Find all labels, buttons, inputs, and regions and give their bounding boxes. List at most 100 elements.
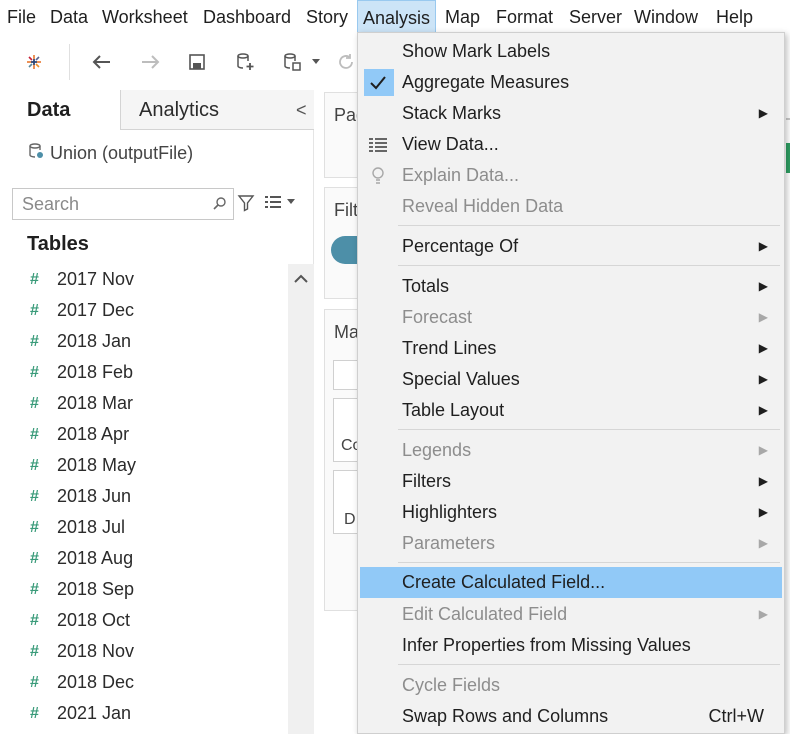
scroll-up-icon[interactable] xyxy=(294,270,308,288)
menu-item-create-calculated-field[interactable]: Create Calculated Field... xyxy=(360,567,782,598)
table-hash-icon: # xyxy=(30,426,39,443)
submenu-arrow-icon: ▶ xyxy=(758,341,768,355)
tables-heading: Tables xyxy=(27,233,89,255)
submenu-arrow-icon: ▶ xyxy=(758,310,768,324)
menu-item-explain-data[interactable]: Explain Data... xyxy=(360,160,782,191)
menu-item-swap-rows-columns[interactable]: Swap Rows and Columns Ctrl+W xyxy=(360,701,782,732)
table-hash-icon: # xyxy=(30,271,39,288)
table-item[interactable]: #2018 Sep xyxy=(0,574,288,605)
table-hash-icon: # xyxy=(30,364,39,381)
refresh-icon[interactable] xyxy=(336,48,356,76)
menu-item-show-mark-labels[interactable]: Show Mark Labels xyxy=(360,36,782,67)
keyboard-shortcut: Ctrl+W xyxy=(708,706,765,726)
new-datasource-icon[interactable] xyxy=(231,48,259,76)
menu-separator xyxy=(398,562,780,563)
menu-item-table-layout[interactable]: Table Layout ▶ xyxy=(360,395,782,426)
submenu-arrow-icon: ▶ xyxy=(758,474,768,488)
checkmark-icon xyxy=(368,73,388,93)
menu-format[interactable]: Format xyxy=(491,0,558,34)
menu-item-label: Totals xyxy=(402,276,450,296)
menu-bar: File Data Worksheet Dashboard Story Anal… xyxy=(0,0,790,34)
table-item[interactable]: #2018 Nov xyxy=(0,636,288,667)
menu-item-highlighters[interactable]: Highlighters ▶ xyxy=(360,497,782,528)
datasource-item[interactable]: Union (outputFile) xyxy=(28,142,193,165)
search-input[interactable] xyxy=(13,189,203,219)
table-label: 2018 Dec xyxy=(57,672,135,692)
table-label: 2018 Oct xyxy=(57,610,131,630)
menu-item-label: View Data... xyxy=(402,134,499,154)
menu-item-edit-calculated-field[interactable]: Edit Calculated Field ▶ xyxy=(360,599,782,630)
table-item[interactable]: #2018 Jun xyxy=(0,481,288,512)
table-item[interactable]: #2018 Dec xyxy=(0,667,288,698)
menu-item-percentage-of[interactable]: Percentage Of ▶ xyxy=(360,231,782,262)
table-hash-icon: # xyxy=(30,550,39,567)
table-item[interactable]: #2017 Dec xyxy=(0,295,288,326)
scrollbar[interactable] xyxy=(288,264,314,734)
menu-help[interactable]: Help xyxy=(711,0,758,34)
table-item[interactable]: #2017 Nov xyxy=(0,264,288,295)
list-view-icon xyxy=(265,196,281,208)
menu-item-legends[interactable]: Legends ▶ xyxy=(360,435,782,466)
menu-item-label: Reveal Hidden Data xyxy=(402,196,564,216)
menu-item-filters[interactable]: Filters ▶ xyxy=(360,466,782,497)
menu-data[interactable]: Data xyxy=(45,0,93,34)
filter-icon[interactable] xyxy=(237,194,255,217)
search-icon[interactable] xyxy=(213,196,227,215)
menu-separator xyxy=(398,429,780,430)
table-hash-icon: # xyxy=(30,302,39,319)
menu-item-label: Special Values xyxy=(402,369,520,389)
menu-item-forecast[interactable]: Forecast ▶ xyxy=(360,302,782,333)
menu-item-stack-marks[interactable]: Stack Marks ▶ xyxy=(360,98,782,129)
table-item[interactable]: #2021 Jan xyxy=(0,698,288,729)
menu-item-trend-lines[interactable]: Trend Lines ▶ xyxy=(360,333,782,364)
menu-item-parameters[interactable]: Parameters ▶ xyxy=(360,528,782,559)
table-label: 2018 Aug xyxy=(57,548,134,568)
table-item[interactable]: #2018 May xyxy=(0,450,288,481)
back-arrow-icon[interactable] xyxy=(88,48,116,76)
datasource-options-icon[interactable] xyxy=(278,48,306,76)
menu-item-cycle-fields[interactable]: Cycle Fields xyxy=(360,670,782,701)
forward-arrow-icon[interactable] xyxy=(136,48,164,76)
menu-server[interactable]: Server xyxy=(564,0,627,34)
menu-item-label: Infer Properties from Missing Values xyxy=(402,635,691,655)
submenu-arrow-icon: ▶ xyxy=(758,279,768,293)
menu-item-label: Legends xyxy=(402,440,472,460)
menu-file[interactable]: File xyxy=(2,0,41,34)
menu-item-totals[interactable]: Totals ▶ xyxy=(360,271,782,302)
menu-item-infer-properties[interactable]: Infer Properties from Missing Values xyxy=(360,630,782,661)
table-item[interactable]: #2018 Apr xyxy=(0,419,288,450)
menu-item-label: Highlighters xyxy=(402,502,498,522)
tab-data[interactable]: Data xyxy=(0,90,120,130)
table-item[interactable]: #2018 Jan xyxy=(0,326,288,357)
table-hash-icon: # xyxy=(30,457,39,474)
menu-window[interactable]: Window xyxy=(629,0,703,34)
toolbar xyxy=(0,34,358,90)
tableau-logo-icon[interactable] xyxy=(20,48,48,76)
table-label: 2018 Apr xyxy=(57,424,130,444)
table-hash-icon: # xyxy=(30,705,39,722)
menu-story[interactable]: Story xyxy=(301,0,353,34)
collapse-pane-button[interactable]: < xyxy=(296,100,307,121)
table-item[interactable]: #2018 Mar xyxy=(0,388,288,419)
menu-worksheet[interactable]: Worksheet xyxy=(97,0,193,34)
menu-dashboard[interactable]: Dashboard xyxy=(198,0,296,34)
menu-map[interactable]: Map xyxy=(440,0,485,34)
menu-item-label: Swap Rows and Columns xyxy=(402,706,609,726)
table-item[interactable]: #2018 Oct xyxy=(0,605,288,636)
menu-item-label: Forecast xyxy=(402,307,473,327)
menu-analysis[interactable]: Analysis xyxy=(357,0,437,34)
table-item[interactable]: #2018 Feb xyxy=(0,357,288,388)
view-options-button[interactable] xyxy=(265,196,295,208)
tab-analytics[interactable]: Analytics xyxy=(120,90,314,130)
table-hash-icon: # xyxy=(30,395,39,412)
canvas-edge-pill xyxy=(786,143,790,173)
table-label: 2018 Sep xyxy=(57,579,135,599)
menu-item-aggregate-measures[interactable]: Aggregate Measures xyxy=(360,67,782,98)
save-icon[interactable] xyxy=(183,48,211,76)
dropdown-caret-icon[interactable] xyxy=(308,48,324,76)
menu-item-special-values[interactable]: Special Values ▶ xyxy=(360,364,782,395)
table-item[interactable]: #2018 Aug xyxy=(0,543,288,574)
menu-item-reveal-hidden-data[interactable]: Reveal Hidden Data xyxy=(360,191,782,222)
table-item[interactable]: #2018 Jul xyxy=(0,512,288,543)
menu-item-view-data[interactable]: View Data... xyxy=(360,129,782,160)
